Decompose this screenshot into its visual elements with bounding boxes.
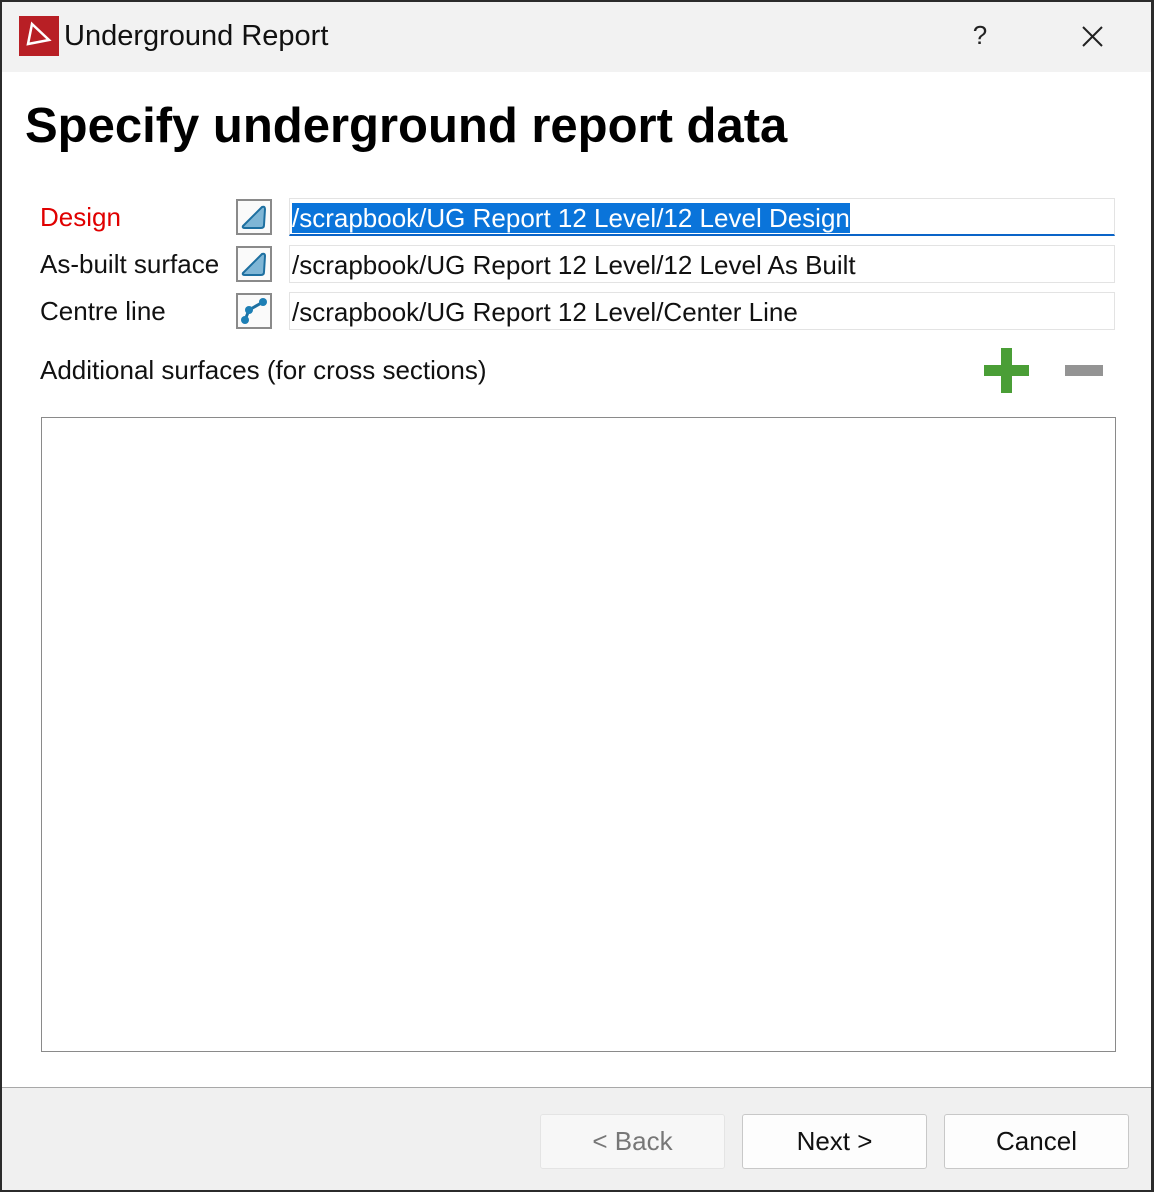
help-button[interactable]: ? (960, 20, 1000, 51)
close-icon (1082, 26, 1103, 47)
dialog-window: Underground Report ? Specify underground… (0, 0, 1154, 1192)
back-button[interactable]: < Back (540, 1114, 725, 1169)
additional-surfaces-list[interactable] (41, 417, 1116, 1052)
design-browse-button[interactable] (236, 199, 272, 235)
window-title: Underground Report (64, 20, 329, 52)
design-label: Design (40, 202, 121, 232)
next-button[interactable]: Next > (742, 1114, 927, 1169)
polyline-icon (241, 298, 267, 324)
as-built-browse-button[interactable] (236, 246, 272, 282)
app-logo-icon (19, 16, 59, 56)
plus-icon (984, 348, 1029, 393)
cancel-button[interactable]: Cancel (944, 1114, 1129, 1169)
page-title: Specify underground report data (25, 99, 788, 153)
centre-line-input[interactable]: /scrapbook/UG Report 12 Level/Center Lin… (289, 292, 1115, 330)
design-input[interactable]: /scrapbook/UG Report 12 Level/12 Level D… (289, 198, 1115, 236)
additional-surfaces-label: Additional surfaces (for cross sections) (40, 355, 487, 385)
surface-icon (241, 252, 267, 276)
add-surface-button[interactable] (984, 348, 1029, 393)
as-built-input[interactable]: /scrapbook/UG Report 12 Level/12 Level A… (289, 245, 1115, 283)
as-built-label: As-built surface (40, 249, 220, 279)
surface-icon (241, 205, 267, 229)
title-bar: Underground Report ? (2, 2, 1151, 72)
remove-surface-button[interactable] (1065, 365, 1103, 376)
close-button[interactable] (1072, 16, 1112, 56)
footer: < Back Next > Cancel (2, 1087, 1151, 1190)
centre-line-label: Centre line (40, 296, 166, 326)
centre-line-browse-button[interactable] (236, 293, 272, 329)
